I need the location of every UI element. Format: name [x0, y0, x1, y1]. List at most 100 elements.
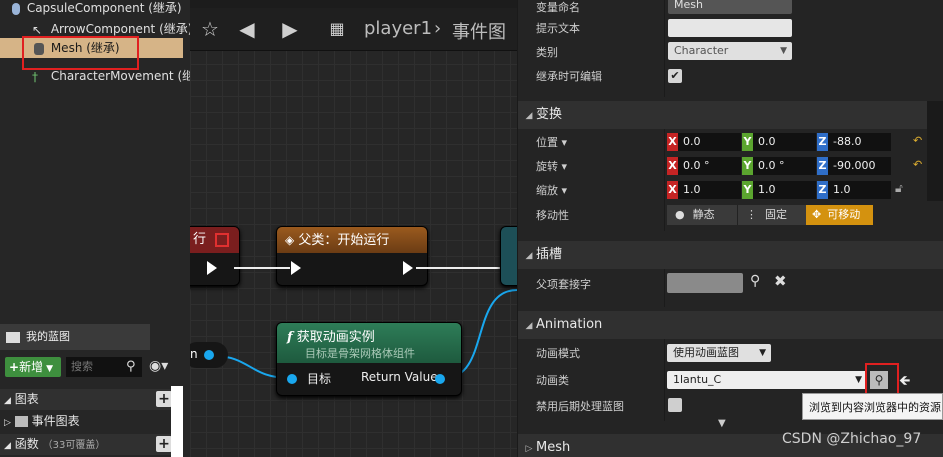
- category-graphs[interactable]: ◢ 图表 +: [0, 389, 178, 410]
- axis-y: Y: [742, 181, 753, 199]
- variable-name-field[interactable]: Mesh: [668, 0, 792, 14]
- eye-icon[interactable]: ◉▾: [149, 358, 168, 374]
- arrow-icon: ↖: [32, 22, 43, 37]
- search-icon: ⚲: [126, 359, 136, 374]
- variable-node-partial[interactable]: n: [190, 342, 228, 368]
- return-value-pin[interactable]: [435, 374, 445, 384]
- tooltip-label: 提示文本: [536, 22, 580, 35]
- category-label: 类别: [536, 46, 558, 59]
- node-header: f 获取动画实例 目标是骨架网格体组件: [277, 323, 461, 363]
- expand-more-icon[interactable]: ▼: [718, 418, 726, 429]
- tree-item-label: CharacterMovement (继承): [50, 69, 211, 83]
- target-pin[interactable]: [287, 374, 297, 384]
- collapse-icon: ◢: [525, 251, 533, 261]
- details-panel: 变量命名 Mesh 提示文本 类别 Character ▼ 继承时可编辑 ✔ ◢ 变…: [518, 0, 943, 457]
- editable-checkbox[interactable]: ✔: [668, 69, 682, 83]
- category-event-graph[interactable]: ▷ 事件图表: [0, 411, 178, 432]
- tree-item-capsule[interactable]: CapsuleComponent (继承): [12, 0, 182, 18]
- collapse-icon: ◢: [4, 441, 11, 451]
- divider: [664, 0, 665, 97]
- graph-icon: [14, 416, 28, 427]
- scrollbar[interactable]: [171, 386, 183, 457]
- lock-icon[interactable]: 🔓︎: [895, 181, 903, 196]
- mobility-stationary[interactable]: ⋮ 固定: [737, 205, 806, 225]
- category-combo[interactable]: Character ▼: [668, 42, 792, 60]
- watermark: CSDN @Zhichao_97: [782, 431, 922, 447]
- movement-icon: †: [32, 69, 38, 84]
- my-blueprint-panel: 我的蓝图 +新增 ▼ 搜索 ⚲ ◉▾ ◢ 图表 + ▷ 事件图表 ◢ 函数 （33…: [0, 324, 190, 457]
- disable-post-checkbox[interactable]: [668, 398, 682, 412]
- axis-z: Z: [817, 133, 828, 151]
- divider: [664, 269, 665, 307]
- stationary-icon: ⋮: [746, 208, 757, 221]
- mobility-label: 移动性: [536, 209, 569, 222]
- blueprint-icon: [6, 331, 20, 343]
- tooltip-field[interactable]: [668, 19, 792, 37]
- event-graph-canvas[interactable]: ☆ ◀ ▶ ▦ player1 › 事件图 行 ◈ 父类：开始运行 n f 获取…: [190, 0, 517, 457]
- expand-icon: ▷: [4, 418, 11, 428]
- rotation-z-field[interactable]: -90.000: [828, 157, 891, 175]
- editable-label: 继承时可编辑: [536, 70, 602, 83]
- chevron-down-icon: ▼: [759, 348, 766, 358]
- location-z-field[interactable]: -88.0: [828, 133, 891, 151]
- axis-x: X: [667, 133, 678, 151]
- rotation-y-field[interactable]: 0.0 °: [753, 157, 816, 175]
- add-new-button[interactable]: +新增 ▼: [5, 357, 61, 377]
- add-graph-button[interactable]: +: [156, 391, 172, 407]
- scale-z-field[interactable]: 1.0: [828, 181, 891, 199]
- rotation-x-field[interactable]: 0.0 °: [678, 157, 741, 175]
- location-x-field[interactable]: 0.0: [678, 133, 741, 151]
- return-value-label: Return Value: [361, 370, 438, 384]
- tree-item-label: CapsuleComponent (继承): [26, 1, 182, 15]
- movable-icon: ✥: [812, 208, 822, 221]
- anim-class-combo[interactable]: 1lantu_C ▼: [667, 371, 867, 389]
- disable-post-label: 禁用后期处理蓝图: [536, 400, 624, 413]
- highlight-box: [22, 36, 139, 70]
- node-partial-right[interactable]: [500, 226, 517, 286]
- tab-my-blueprint[interactable]: 我的蓝图: [0, 324, 150, 350]
- section-transform[interactable]: ◢ 变换: [518, 101, 943, 129]
- parent-socket-field[interactable]: [667, 273, 743, 293]
- scrollbar[interactable]: [927, 101, 943, 201]
- reset-icon[interactable]: ↶: [913, 158, 922, 171]
- category-functions[interactable]: ◢ 函数 （33可覆盖） +: [0, 434, 178, 455]
- add-function-button[interactable]: +: [156, 436, 172, 452]
- output-pin[interactable]: [204, 350, 214, 360]
- scale-x-field[interactable]: 1.0: [678, 181, 741, 199]
- axis-y: Y: [742, 133, 753, 151]
- mobility-movable[interactable]: ✥ 可移动: [806, 205, 873, 225]
- chevron-down-icon: ▼: [780, 46, 787, 56]
- axis-x: X: [667, 181, 678, 199]
- capsule-icon: [12, 2, 20, 15]
- anim-mode-combo[interactable]: 使用动画蓝图 ▼: [667, 344, 771, 362]
- node-subtitle: 目标是骨架网格体组件: [305, 347, 415, 360]
- collapse-icon: ◢: [525, 321, 533, 331]
- scale-label[interactable]: 缩放 ▾: [536, 182, 567, 198]
- search-icon[interactable]: ⚲: [750, 273, 760, 289]
- divider: [664, 129, 665, 231]
- axis-y: Y: [742, 157, 753, 175]
- axis-z: Z: [817, 181, 828, 199]
- location-label[interactable]: 位置 ▾: [536, 134, 567, 150]
- divider: [664, 339, 665, 421]
- anim-mode-label: 动画模式: [536, 347, 580, 360]
- tree-item-label: ArrowComponent (继承): [50, 22, 193, 36]
- highlight-box: [865, 363, 899, 397]
- scale-y-field[interactable]: 1.0: [753, 181, 816, 199]
- get-anim-instance-node[interactable]: f 获取动画实例 目标是骨架网格体组件 目标 Return Value: [276, 322, 462, 396]
- rotation-label[interactable]: 旋转 ▾: [536, 158, 567, 174]
- expand-icon: ▷: [525, 444, 533, 454]
- location-y-field[interactable]: 0.0: [753, 133, 816, 151]
- reset-icon[interactable]: ↶: [913, 134, 922, 147]
- use-selected-arrow-icon[interactable]: 🡸: [899, 370, 910, 394]
- clear-icon[interactable]: ✖: [774, 272, 787, 290]
- mobility-static[interactable]: ● 静态: [667, 205, 737, 225]
- collapse-icon: ◢: [525, 111, 533, 121]
- section-sockets[interactable]: ◢ 插槽: [518, 241, 943, 269]
- function-icon: f: [287, 330, 293, 345]
- anim-class-label: 动画类: [536, 374, 569, 387]
- parent-socket-label: 父项套接字: [536, 278, 591, 291]
- chevron-down-icon: ▼: [855, 375, 862, 385]
- section-animation[interactable]: ◢ Animation: [518, 311, 943, 339]
- static-icon: ●: [675, 208, 685, 221]
